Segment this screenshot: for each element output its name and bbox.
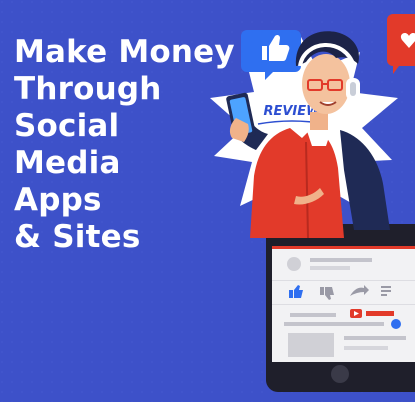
smartphone-icon: [266, 224, 415, 392]
heart-icon: [387, 14, 415, 74]
illustration: REVIEW: [210, 14, 415, 392]
